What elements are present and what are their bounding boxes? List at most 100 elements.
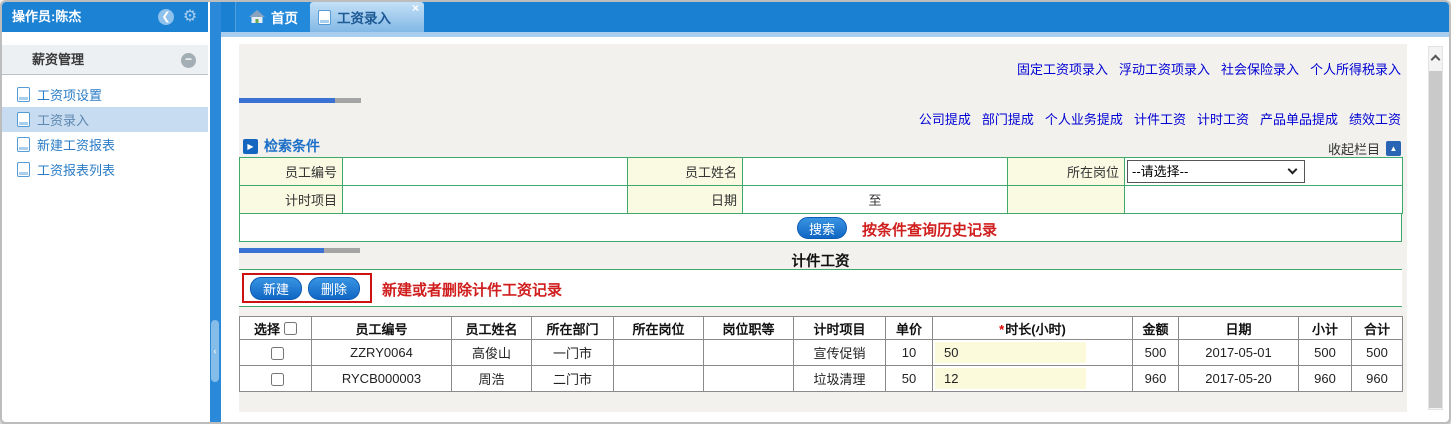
progress-gray-segment (335, 98, 361, 103)
cell-grade (704, 340, 794, 366)
tab-home-label: 首页 (271, 7, 298, 27)
cell-total: 960 (1352, 366, 1403, 392)
expand-arrow-icon[interactable]: ▶ (243, 139, 258, 154)
sidebar-item-salary-report-list[interactable]: 工资报表列表 (2, 157, 208, 182)
select-all-checkbox[interactable] (284, 322, 297, 335)
sidebar-splitter[interactable]: ‹ (210, 2, 221, 422)
link-product-unit-commission[interactable]: 产品单品提成 (1260, 109, 1338, 128)
cell-unit-price: 50 (886, 366, 933, 392)
delete-button[interactable]: 删除 (308, 277, 360, 300)
cell-employee-no: RYCB000003 (312, 366, 452, 392)
cell-position (614, 340, 704, 366)
sidebar-item-label: 工资录入 (37, 110, 89, 129)
hours-input[interactable]: 12 (935, 368, 1086, 389)
hours-input[interactable]: 50 (935, 342, 1086, 363)
col-amount: 金额 (1133, 317, 1179, 340)
piecework-table: 选择 员工编号 员工姓名 所在部门 所在岗位 岗位职等 计时项目 单价 *时长(… (239, 316, 1403, 392)
search-annotation: 按条件查询历史记录 (862, 219, 997, 240)
app-window: 操作员:陈杰 ❮ ⚙ 薪资管理 − 工资项设置 工资录入 新建工资报表 工资报 (0, 0, 1451, 424)
home-icon (249, 10, 265, 24)
cell-grade (704, 366, 794, 392)
toolbar-annotation: 新建或者删除计件工资记录 (382, 279, 562, 300)
employee-no-label: 员工编号 (240, 158, 343, 186)
search-section-header: ▶ 检索条件 (243, 136, 320, 156)
piecework-title: 计件工资 (239, 250, 1402, 271)
position-select[interactable]: --请选择-- (1127, 160, 1305, 183)
link-social-insurance-entry[interactable]: 社会保险录入 (1221, 59, 1299, 78)
timing-item-label: 计时项目 (240, 186, 343, 214)
search-form: 员工编号 员工姓名 所在岗位 --请选择-- 计时项目 日期 至 (239, 157, 1403, 214)
cell-date: 2017-05-01 (1179, 340, 1299, 366)
col-timing-item: 计时项目 (794, 317, 886, 340)
divider-progress-bar (239, 98, 361, 103)
cell-select (240, 366, 312, 392)
employee-no-field[interactable] (343, 158, 628, 186)
cell-subtotal: 500 (1299, 340, 1352, 366)
col-employee-name: 员工姓名 (452, 317, 532, 340)
sidebar-section-salary[interactable]: 薪资管理 − (2, 45, 208, 75)
employee-name-field[interactable] (743, 158, 1008, 186)
required-mark: * (999, 322, 1004, 337)
date-label: 日期 (628, 186, 743, 214)
link-piecework-salary[interactable]: 计件工资 (1134, 109, 1186, 128)
minus-circle-icon[interactable]: − (181, 53, 196, 68)
document-icon (17, 87, 30, 102)
cell-employee-no: ZZRY0064 (312, 340, 452, 366)
document-icon (17, 112, 30, 127)
col-position: 所在岗位 (614, 317, 704, 340)
sidebar-item-label: 工资报表列表 (37, 160, 115, 179)
link-department-commission[interactable]: 部门提成 (982, 109, 1034, 128)
link-performance-salary[interactable]: 绩效工资 (1349, 109, 1401, 128)
gear-icon[interactable]: ⚙ (182, 9, 198, 25)
tab-bar: 首页 工资录入 × (221, 2, 1449, 32)
position-label: 所在岗位 (1008, 158, 1125, 186)
cell-total: 500 (1352, 340, 1403, 366)
cell-date: 2017-05-20 (1179, 366, 1299, 392)
link-fixed-salary-entry[interactable]: 固定工资项录入 (1017, 59, 1108, 78)
splitter-collapse-handle[interactable]: ‹ (211, 320, 219, 382)
scrollbar-thumb[interactable] (1429, 71, 1442, 408)
piecework-toolbar: 新建 删除 新建或者删除计件工资记录 (239, 269, 1402, 307)
link-company-commission[interactable]: 公司提成 (919, 109, 971, 128)
tab-salary-entry[interactable]: 工资录入 × (310, 2, 424, 32)
cell-timing-item: 垃圾清理 (794, 366, 886, 392)
cell-subtotal: 960 (1299, 366, 1352, 392)
table-row: ZZRY0064 高俊山 一门市 宣传促销 10 50 500 2017-05-… (240, 340, 1403, 366)
collapse-up-icon[interactable]: ▲ (1386, 141, 1401, 156)
cell-amount: 500 (1133, 340, 1179, 366)
col-department: 所在部门 (532, 317, 614, 340)
cell-hours: 50 (933, 340, 1133, 366)
tab-home[interactable]: 首页 (235, 2, 312, 32)
link-floating-salary-entry[interactable]: 浮动工资项录入 (1119, 59, 1210, 78)
sidebar-menu: 工资项设置 工资录入 新建工资报表 工资报表列表 (2, 82, 208, 182)
search-section-title: 检索条件 (264, 136, 320, 156)
col-grade: 岗位职等 (704, 317, 794, 340)
table-header-row: 选择 员工编号 员工姓名 所在部门 所在岗位 岗位职等 计时项目 单价 *时长(… (240, 317, 1403, 340)
vertical-scrollbar[interactable] (1428, 46, 1443, 410)
document-icon (17, 137, 30, 152)
employee-name-label: 员工姓名 (628, 158, 743, 186)
sidebar-item-label: 新建工资报表 (37, 135, 115, 154)
link-hourly-salary[interactable]: 计时工资 (1197, 109, 1249, 128)
table-row: RYCB000003 周浩 二门市 垃圾清理 50 12 960 2017-05… (240, 366, 1403, 392)
search-action-row: 搜索 按条件查询历史记录 (239, 214, 1402, 242)
sidebar-item-new-salary-report[interactable]: 新建工资报表 (2, 132, 208, 157)
search-button[interactable]: 搜索 (797, 217, 847, 239)
link-personal-business-commission[interactable]: 个人业务提成 (1045, 109, 1123, 128)
new-button[interactable]: 新建 (250, 277, 302, 300)
link-income-tax-entry[interactable]: 个人所得税录入 (1310, 59, 1401, 78)
date-range-cell[interactable]: 至 (743, 186, 1008, 214)
row-checkbox[interactable] (271, 373, 284, 386)
collapse-sidebar-icon[interactable]: ❮ (158, 9, 174, 25)
timing-item-field[interactable] (343, 186, 628, 214)
sidebar-item-salary-entry[interactable]: 工资录入 (2, 107, 208, 132)
sidebar-item-salary-item-setup[interactable]: 工资项设置 (2, 82, 208, 107)
row-checkbox[interactable] (271, 347, 284, 360)
col-total: 合计 (1352, 317, 1403, 340)
close-tab-icon[interactable]: × (412, 2, 419, 14)
collapse-columns-control[interactable]: 收起栏目 ▲ (1328, 139, 1401, 158)
select-column-header: 选择 (240, 317, 312, 340)
scroll-up-arrow-icon[interactable] (1431, 55, 1441, 65)
cell-timing-item: 宣传促销 (794, 340, 886, 366)
col-subtotal: 小计 (1299, 317, 1352, 340)
